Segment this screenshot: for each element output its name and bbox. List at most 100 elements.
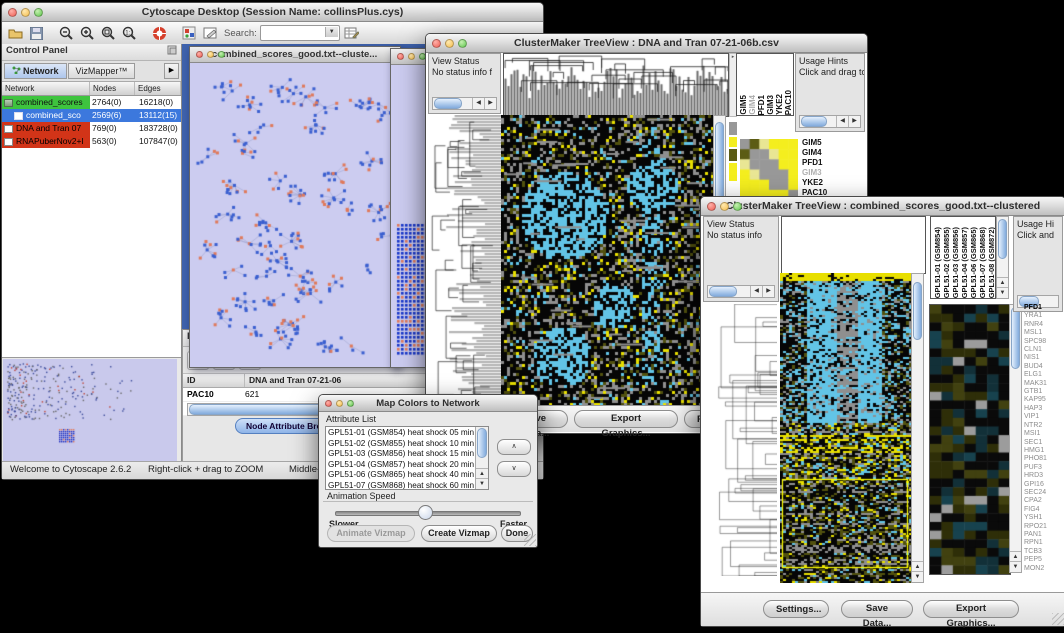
tv2-gene-label[interactable]: RNR4 — [1024, 321, 1064, 329]
treeview1-titlebar[interactable]: ClusterMaker TreeView : DNA and Tran 07-… — [426, 34, 867, 53]
tv1-column-dendrogram[interactable] — [503, 53, 729, 117]
tv2-gene-label[interactable]: MON2 — [1024, 565, 1064, 573]
tv2-gene-label[interactable]: FIG4 — [1024, 506, 1064, 514]
dialog-titlebar[interactable]: Map Colors to Network — [319, 395, 537, 412]
tv1-column-label[interactable]: GIM5 — [739, 95, 748, 115]
tv2-gene-label[interactable]: MSI1 — [1024, 430, 1064, 438]
tv2-heatmap-vscrollbar[interactable]: ▲ ▼ — [911, 273, 924, 583]
tv2-gene-list[interactable]: PFD1YRA1RNR4MSL1SPC98CLN1NIS1BUD4ELG1MAK… — [1024, 304, 1064, 574]
tv2-gene-label[interactable]: BUD4 — [1024, 363, 1064, 371]
tv2-gene-label[interactable]: SEC24 — [1024, 489, 1064, 497]
scroll-down-icon[interactable]: ▼ — [476, 478, 488, 489]
tv2-column-label[interactable]: GPL51-06 (GSM865) — [969, 227, 978, 298]
scroll-left-icon[interactable]: ◀ — [750, 286, 762, 297]
attribute-item[interactable]: GPL51-01 (GSM854) heat shock 05 min — [328, 428, 475, 439]
search-input[interactable]: ▼ — [260, 25, 340, 41]
close-icon[interactable] — [707, 202, 716, 211]
tv1-action-button[interactable]: Export Graphics... — [574, 410, 678, 428]
tab-overflow-arrow[interactable]: ▶ — [164, 63, 179, 79]
data-col-id[interactable]: ID — [183, 374, 245, 387]
tab-vizmapper[interactable]: VizMapper™ — [68, 63, 136, 79]
vscroll-thumb[interactable] — [913, 282, 922, 340]
tv2-gene-label[interactable]: MAK31 — [1024, 380, 1064, 388]
zoom-icon[interactable] — [218, 51, 225, 58]
zoom-in-icon[interactable] — [78, 24, 96, 42]
network-view-canvas[interactable] — [190, 63, 396, 363]
attribute-item[interactable]: GPL51-03 (GSM856) heat shock 15 min — [328, 449, 475, 460]
tv1-gene-label[interactable]: GIM4 — [802, 148, 827, 158]
move-up-button[interactable]: ∧ — [497, 439, 531, 455]
minimize-icon[interactable] — [21, 8, 30, 17]
tv1-column-label[interactable]: YKE2 — [775, 94, 784, 115]
tv2-gene-label[interactable]: PHO81 — [1024, 455, 1064, 463]
tv1-column-label[interactable]: GIM4 — [748, 95, 757, 115]
close-icon[interactable] — [325, 400, 332, 407]
scroll-right-icon[interactable]: ▶ — [484, 98, 496, 109]
tv2-gene-label[interactable]: ELG1 — [1024, 371, 1064, 379]
tv2-column-label[interactable]: GPL51-02 (GSM855) — [942, 227, 951, 298]
help-lifering-icon[interactable] — [150, 24, 168, 42]
attribute-list-vscrollbar[interactable]: ▲ ▼ — [475, 427, 488, 489]
tv2-gene-label[interactable]: PFD1 — [1024, 304, 1064, 312]
tv1-column-label[interactable]: PFD1 — [757, 95, 766, 115]
network-name-cell[interactable]: RNAPuberNov2+I — [2, 135, 90, 148]
table-edit-icon[interactable] — [343, 24, 361, 42]
tv2-gene-label[interactable]: SPC98 — [1024, 338, 1064, 346]
move-down-button[interactable]: ∨ — [497, 461, 531, 477]
minimize-icon[interactable] — [336, 400, 343, 407]
main-titlebar[interactable]: Cytoscape Desktop (Session Name: collins… — [2, 3, 543, 22]
tv2-column-label[interactable]: GPL51-08 (GSM872) — [987, 227, 996, 298]
tv2-column-label[interactable]: GPL51-01 (GSM854) — [933, 227, 942, 298]
network-frame-titlebar[interactable]: combined_scores_good.txt--cluste... — [190, 47, 400, 63]
network-table-row[interactable]: combined_sco 2569(6) 13112(15) — [2, 109, 181, 122]
network-table-row[interactable]: combined_scores 2764(0) 16218(0) — [2, 96, 181, 109]
scroll-left-icon[interactable]: ◀ — [472, 98, 484, 109]
treeview2-titlebar[interactable]: ClusterMaker TreeView : combined_scores_… — [701, 197, 1064, 216]
tv1-column-label[interactable]: PAC10 — [784, 90, 793, 115]
tv2-gene-label[interactable]: PUF3 — [1024, 464, 1064, 472]
tv2-gene-label[interactable]: GTB1 — [1024, 388, 1064, 396]
tv2-gene-label[interactable]: HRD3 — [1024, 472, 1064, 480]
zoom-fit-icon[interactable]: 1:1 — [120, 24, 138, 42]
tv1-heatmap[interactable] — [501, 115, 713, 405]
tv2-column-label[interactable]: GPL51-04 (GSM857) — [960, 227, 969, 298]
hscroll-thumb[interactable] — [709, 286, 737, 297]
tv2-gene-label[interactable]: RPN1 — [1024, 539, 1064, 547]
tv2-gene-label[interactable]: NTR2 — [1024, 422, 1064, 430]
tv1-column-labels[interactable]: GIM5GIM4PFD1GIM3YKE2PAC10 — [736, 53, 794, 116]
close-icon[interactable] — [432, 39, 441, 48]
tv2-column-dendrogram-area[interactable] — [781, 216, 926, 274]
tv1-column-label[interactable]: GIM3 — [766, 95, 775, 115]
tv2-gene-label[interactable]: PEP5 — [1024, 556, 1064, 564]
tv2-zoom-heatmap[interactable] — [929, 304, 1011, 575]
float-panel-icon[interactable] — [167, 45, 177, 60]
close-icon[interactable] — [397, 53, 404, 60]
scroll-down-icon[interactable]: ▼ — [1010, 561, 1021, 572]
network-name-cell[interactable]: DNA and Tran 07 — [2, 122, 90, 135]
zoom-icon[interactable] — [347, 400, 354, 407]
zoom-icon[interactable] — [733, 202, 742, 211]
tv1-row-dendrogram[interactable] — [428, 115, 501, 405]
tv2-gene-label[interactable]: KAP95 — [1024, 396, 1064, 404]
vscroll-thumb[interactable] — [477, 428, 487, 458]
tv2-gene-label[interactable]: HAP3 — [1024, 405, 1064, 413]
tv2-gene-label[interactable]: GPI16 — [1024, 481, 1064, 489]
tv2-column-label[interactable]: GPL51-07 (GSM868) — [978, 227, 987, 298]
tv2-labels-vscrollbar[interactable]: ▲ ▼ — [996, 216, 1009, 299]
attribute-item[interactable]: GPL51-02 (GSM855) heat shock 10 min — [328, 439, 475, 450]
hscroll-thumb[interactable] — [434, 98, 462, 109]
vscroll-thumb[interactable] — [1011, 307, 1020, 369]
attribute-item[interactable]: GPL51-07 (GSM868) heat shock 60 min — [328, 481, 475, 490]
save-icon[interactable] — [27, 24, 45, 42]
chevron-down-icon[interactable]: ▼ — [325, 27, 338, 37]
hscroll-thumb[interactable] — [801, 116, 827, 127]
tv2-action-button[interactable]: Settings... — [763, 600, 829, 618]
scroll-left-icon[interactable]: ◀ — [836, 116, 848, 127]
scroll-down-icon[interactable]: ▼ — [997, 287, 1008, 298]
zoom-icon[interactable] — [458, 39, 467, 48]
zoom-icon[interactable] — [34, 8, 43, 17]
tv2-gene-label[interactable]: SEC1 — [1024, 439, 1064, 447]
tv1-status-hscrollbar[interactable]: ◀ ▶ — [432, 97, 497, 110]
scroll-right-icon[interactable]: ▶ — [762, 286, 774, 297]
tv2-gene-label[interactable]: PAN1 — [1024, 531, 1064, 539]
